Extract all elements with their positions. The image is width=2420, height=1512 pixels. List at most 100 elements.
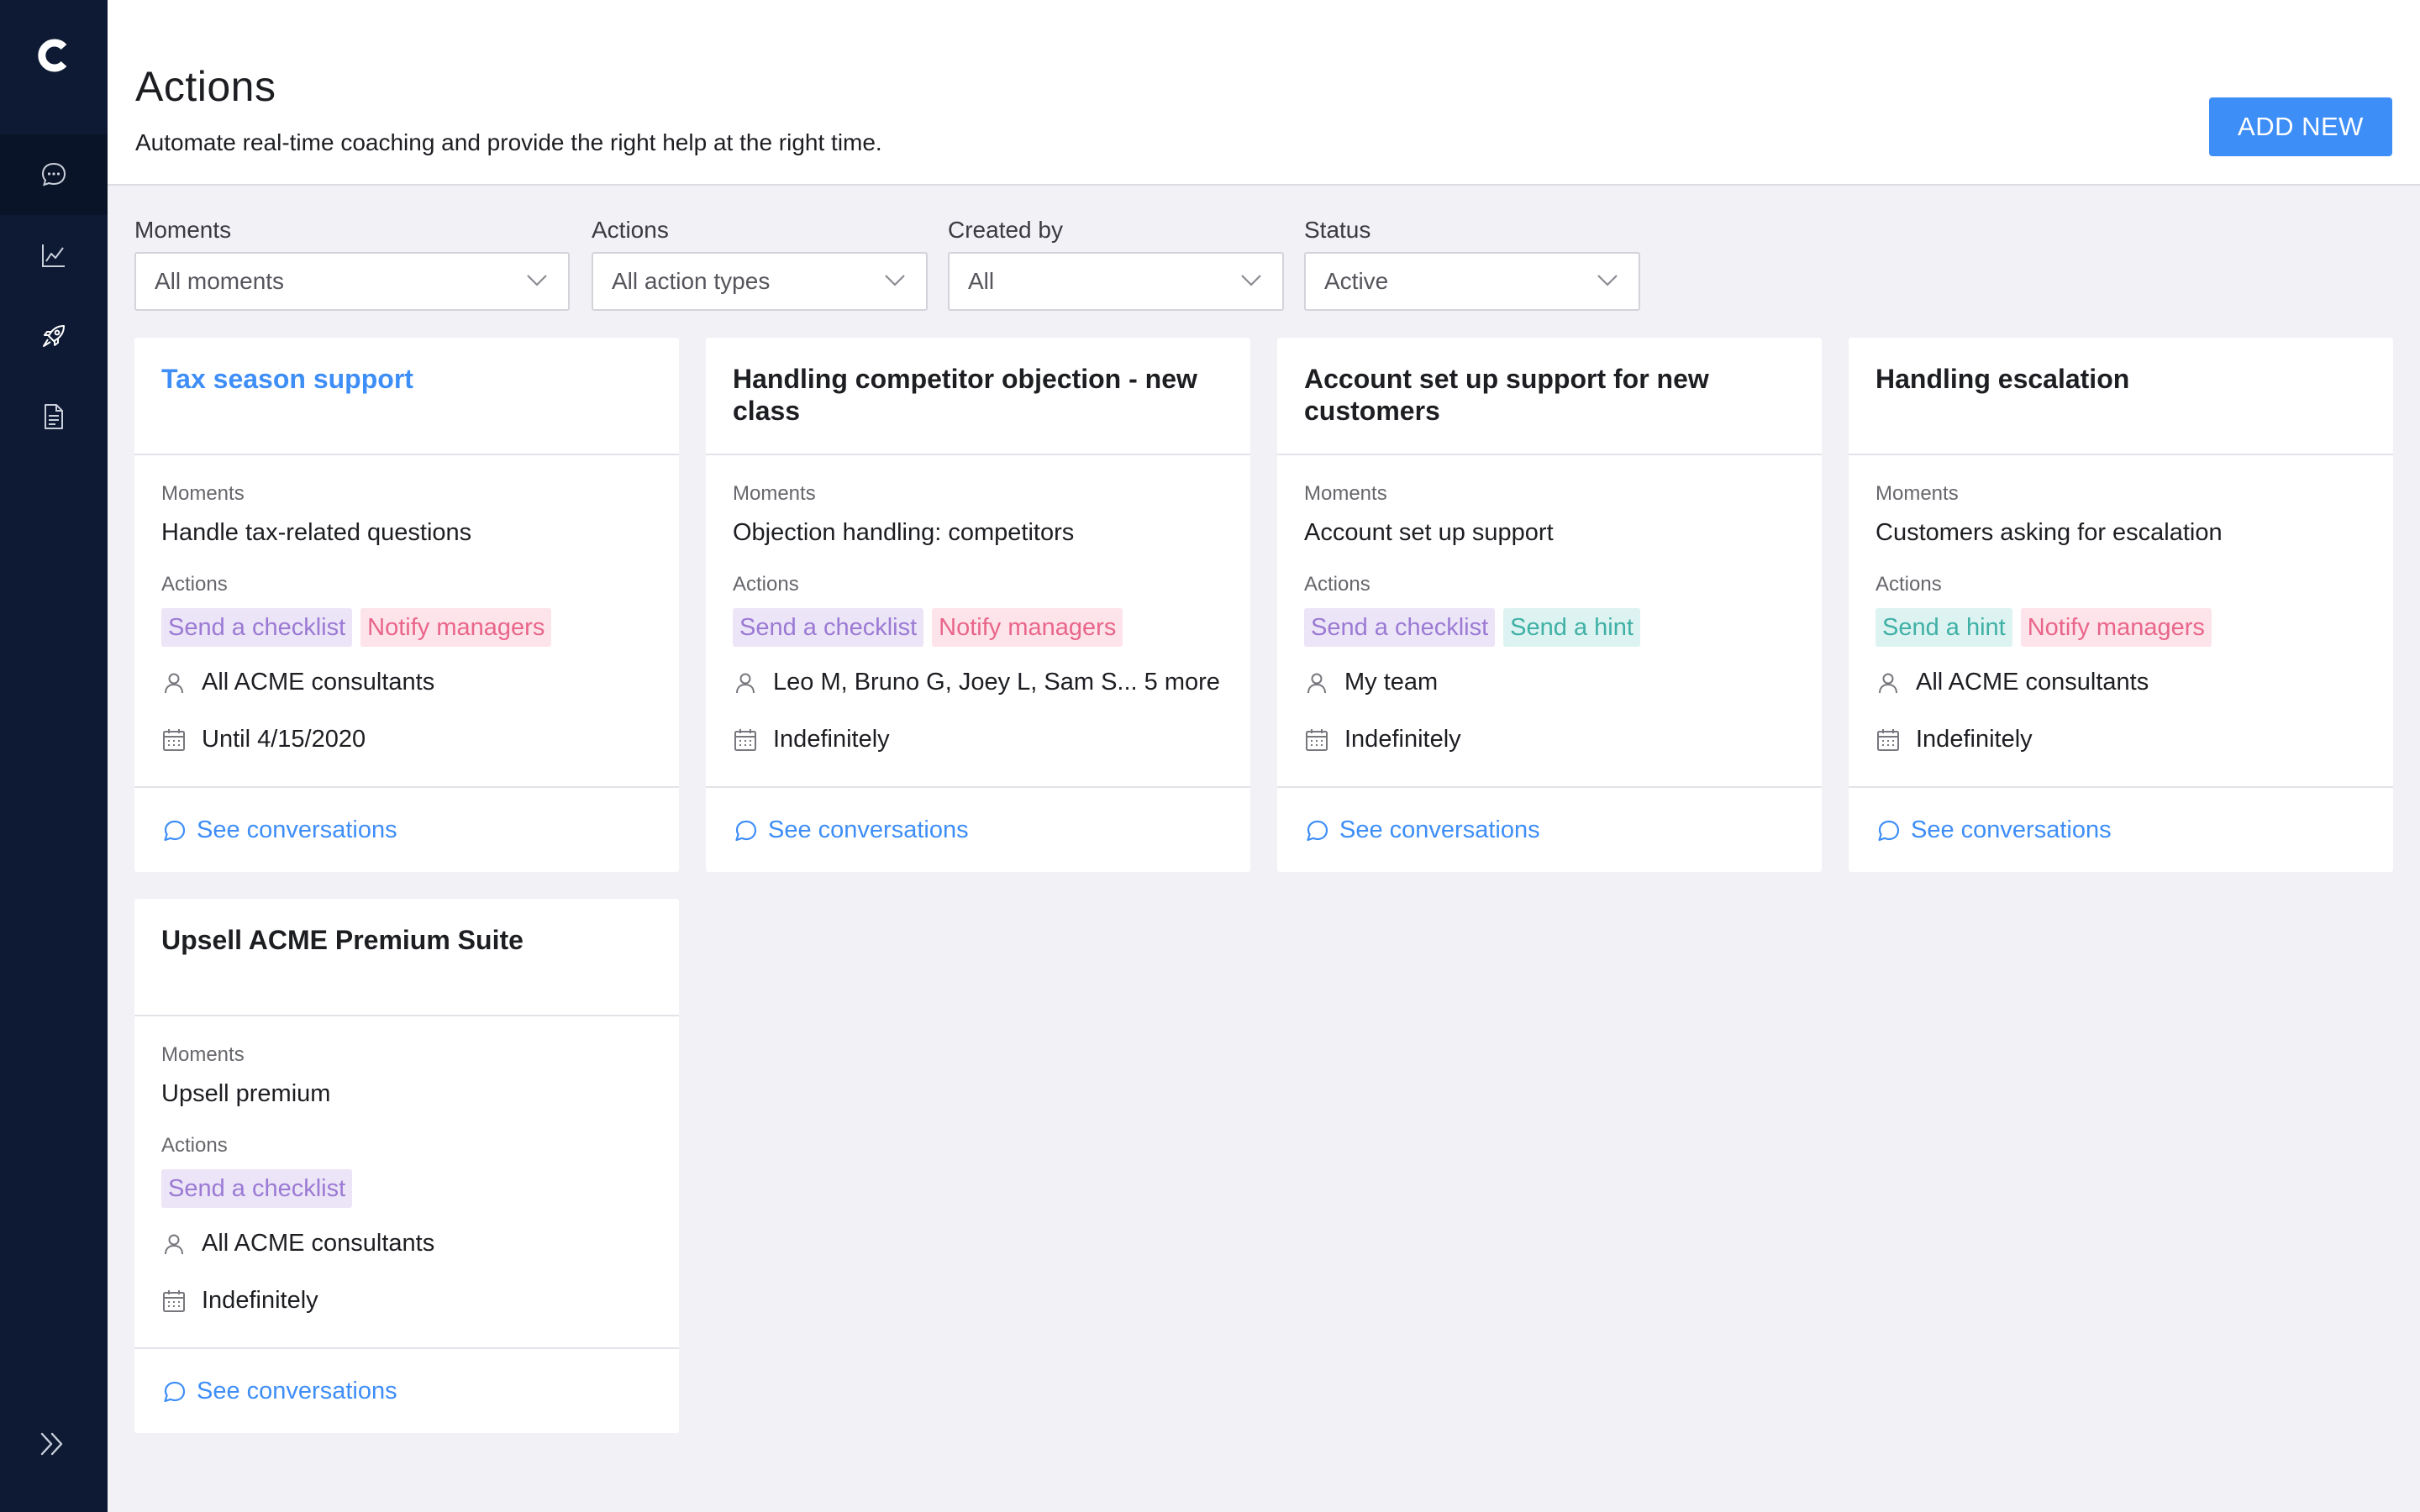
see-conversations-label: See conversations	[768, 816, 969, 843]
action-card[interactable]: Handling escalation Moments Customers as…	[1849, 338, 2393, 872]
comment-icon	[735, 820, 757, 841]
moments-value: Account set up support	[1304, 519, 1554, 546]
tag-send-checklist: Send a checklist	[161, 608, 353, 647]
see-conversations-label: See conversations	[1911, 816, 2112, 843]
app-logo[interactable]	[32, 34, 76, 77]
filter-label: Created by	[948, 217, 1063, 243]
duration-row: Indefinitely	[161, 1287, 318, 1315]
tag-send-hint: Send a hint	[1876, 608, 2012, 647]
card-title-line: Handling competitor objection - new	[733, 364, 1197, 394]
see-conversations-link[interactable]: See conversations	[1876, 816, 2112, 844]
moments-label: Moments	[1304, 482, 1387, 505]
tag-send-hint: Send a hint	[1503, 608, 1640, 647]
divider	[706, 786, 1250, 788]
person-icon	[736, 673, 755, 693]
card-header: Upsell ACME Premium Suite	[134, 899, 679, 1016]
sidebar-item-analytics[interactable]	[0, 215, 108, 296]
add-new-button[interactable]: ADD NEW	[2209, 97, 2392, 156]
card-title-line: Upsell ACME Premium Suite	[161, 925, 523, 955]
actions-label: Actions	[733, 573, 799, 596]
action-card[interactable]: Tax season support Moments Handle tax-re…	[134, 338, 679, 872]
person-icon	[1307, 673, 1326, 693]
filter-created-by: Created by All	[948, 217, 1284, 311]
status-select[interactable]: Active	[1304, 252, 1640, 311]
duration-value: Until 4/15/2020	[202, 726, 366, 753]
action-card[interactable]: Handling competitor objection - new class…	[706, 338, 1250, 872]
moments-value: Handle tax-related questions	[161, 519, 472, 546]
see-conversations-label: See conversations	[1339, 816, 1540, 843]
card-title: Account set up support for new customers	[1304, 363, 1800, 427]
calendar-icon	[163, 1289, 185, 1312]
duration-value: Indefinitely	[773, 726, 890, 753]
select-value: Active	[1324, 268, 1389, 294]
card-title-line: Handling escalation	[1876, 364, 2130, 394]
audience-value: My team	[1344, 669, 1439, 696]
audience-value: All ACME consultants	[202, 1230, 435, 1257]
action-card[interactable]: Upsell ACME Premium Suite Moments Upsell…	[134, 899, 679, 1433]
moments-label: Moments	[733, 482, 816, 505]
moments-label: Moments	[161, 482, 245, 505]
duration-row: Indefinitely	[1304, 726, 1461, 753]
chevron-down-icon	[1241, 275, 1261, 286]
actions-label: Actions	[1304, 573, 1370, 596]
tag-notify-managers: Notify managers	[932, 608, 1123, 647]
filter-label: Actions	[592, 217, 669, 243]
person-icon	[165, 1234, 183, 1254]
card-title-line: Tax season support	[161, 364, 413, 394]
divider	[1849, 786, 2393, 788]
see-conversations-link[interactable]: See conversations	[1304, 816, 1540, 844]
sidebar-item-actions[interactable]	[0, 296, 108, 376]
person-icon	[165, 673, 183, 693]
select-value: All	[968, 268, 995, 294]
chevron-down-icon	[1597, 275, 1618, 286]
comment-icon	[1878, 820, 1900, 841]
double-chevron-right-icon[interactable]	[37, 1428, 69, 1460]
actions-label: Actions	[1876, 573, 1942, 596]
see-conversations-label: See conversations	[197, 816, 397, 843]
card-title-line: Account set up support for new	[1304, 364, 1709, 394]
actions-select[interactable]: All action types	[592, 252, 928, 311]
action-card[interactable]: Account set up support for new customers …	[1277, 338, 1822, 872]
tag-send-checklist: Send a checklist	[733, 608, 924, 647]
see-conversations-link[interactable]: See conversations	[161, 1378, 397, 1405]
person-icon	[1879, 673, 1897, 693]
audience-value: Leo M, Bruno G, Joey L, Sam S... 5 more	[773, 669, 1220, 696]
see-conversations-link[interactable]: See conversations	[733, 816, 969, 844]
page-header: Actions Automate real-time coaching and …	[108, 0, 2420, 186]
created-by-select[interactable]: All	[948, 252, 1284, 311]
card-title: Handling escalation	[1876, 363, 2371, 395]
audience-value: All ACME consultants	[1916, 669, 2149, 696]
moments-select[interactable]: All moments	[134, 252, 570, 311]
moments-value: Objection handling: competitors	[733, 519, 1075, 546]
audience-row: All ACME consultants	[161, 1230, 434, 1257]
select-value: All moments	[155, 268, 285, 294]
duration-row: Until 4/15/2020	[161, 726, 366, 753]
audience-value: All ACME consultants	[202, 669, 435, 696]
chevron-down-icon	[527, 275, 547, 286]
sidebar-item-conversations[interactable]	[0, 134, 108, 215]
calendar-icon	[734, 728, 756, 751]
see-conversations-link[interactable]: See conversations	[161, 816, 397, 844]
comment-icon	[164, 1381, 186, 1402]
sidebar-item-documents[interactable]	[0, 376, 108, 457]
chart-line-icon	[42, 244, 65, 267]
duration-value: Indefinitely	[1344, 726, 1461, 753]
tag-send-checklist: Send a checklist	[1304, 608, 1496, 647]
card-header: Account set up support for new customers	[1277, 338, 1822, 455]
chat-bubble-icon	[41, 162, 66, 186]
moments-value: Upsell premium	[161, 1080, 331, 1107]
moments-label: Moments	[1876, 482, 1959, 505]
duration-row: Indefinitely	[733, 726, 890, 753]
action-tags: Send a checklist Notify managers	[161, 608, 552, 647]
card-title: Handling competitor objection - new class	[733, 363, 1228, 427]
audience-row: My team	[1304, 669, 1438, 696]
see-conversations-label: See conversations	[197, 1378, 397, 1404]
filter-label: Status	[1304, 217, 1371, 243]
action-tags: Send a checklist Notify managers	[733, 608, 1123, 647]
action-tags: Send a checklist Send a hint	[1304, 608, 1640, 647]
tag-send-checklist: Send a checklist	[161, 1169, 353, 1208]
filter-moments: Moments All moments	[134, 217, 570, 311]
calendar-icon	[1306, 728, 1328, 751]
card-title[interactable]: Tax season support	[161, 363, 657, 395]
tag-notify-managers: Notify managers	[360, 608, 552, 647]
